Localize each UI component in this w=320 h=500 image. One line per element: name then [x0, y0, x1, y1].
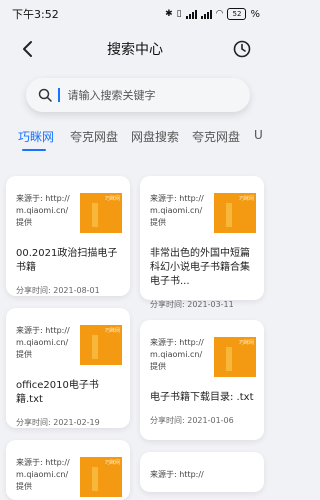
result-card[interactable]: 来源于: http://m.qiaomi.cn/提供 巧眯网 00.2021政治…: [6, 176, 130, 296]
search-icon: [38, 88, 52, 102]
wifi-icon: ◠: [215, 9, 224, 19]
page-title: 搜索中心: [107, 42, 163, 58]
card-title: 00.2021政治扫描电子书籍: [16, 248, 118, 273]
result-card[interactable]: 来源于: http://m.qiaomi.cn/提供 巧眯网 非常出色的外国中短…: [140, 176, 264, 309]
active-tab-indicator: [22, 149, 46, 151]
tab-qiaomi[interactable]: 巧眯网: [18, 128, 54, 145]
battery-level: 52: [232, 10, 242, 18]
tab-pan-search[interactable]: 网盘搜索: [131, 128, 179, 145]
source-text: 来源于: http://m.qiaomi.cn/提供: [16, 326, 70, 359]
result-card[interactable]: 来源于: http://: [140, 452, 264, 492]
tab-bar: 巧眯网 夸克网盘 网盘搜索 夸克网盘 U: [0, 124, 270, 154]
source-text: 来源于: http://m.qiaomi.cn/提供: [16, 194, 70, 227]
card-title: office2010电子书籍.txt: [16, 380, 99, 405]
history-clock-icon[interactable]: [232, 39, 252, 59]
result-card[interactable]: 来源于: http://m.qiaomi.cn/提供 巧眯网: [6, 440, 130, 500]
card-title: 电子书籍下载目录: .txt: [150, 392, 254, 403]
share-time: 分享时间: 2021-03-11: [150, 300, 234, 309]
result-card[interactable]: 来源于: http://m.qiaomi.cn/提供 巧眯网 电子书籍下载目录:…: [140, 320, 264, 440]
search-bar[interactable]: [26, 78, 250, 112]
source-text: 来源于: http://m.qiaomi.cn/提供: [150, 338, 204, 371]
battery-icon: 52: [227, 8, 247, 20]
back-arrow-icon[interactable]: [18, 39, 38, 59]
status-icons: ✱ ▯ ◠ 52 %: [165, 8, 260, 20]
thumbnail-image: 巧眯网: [80, 325, 122, 365]
bluetooth-icon: ✱: [165, 9, 173, 19]
status-time: 下午3:52: [12, 8, 59, 21]
thumbnail-image: 巧眯网: [214, 193, 256, 233]
battery-percent: %: [250, 8, 260, 20]
status-bar: 下午3:52 ✱ ▯ ◠ 52 %: [0, 0, 270, 28]
share-time: 分享时间: 2021-02-19: [16, 418, 100, 427]
vibrate-icon: ▯: [176, 9, 182, 19]
signal-icon: [185, 9, 197, 19]
source-text: 来源于: http://: [150, 470, 204, 479]
thumbnail-image: 巧眯网: [80, 193, 122, 233]
tab-quark-pan[interactable]: 夸克网盘: [70, 128, 118, 145]
result-card[interactable]: 来源于: http://m.qiaomi.cn/提供 巧眯网 office201…: [6, 308, 130, 428]
search-input[interactable]: [65, 87, 240, 103]
source-text: 来源于: http://m.qiaomi.cn/提供: [150, 194, 204, 227]
title-bar: 搜索中心: [0, 32, 270, 66]
share-time: 分享时间: 2021-08-01: [16, 286, 100, 295]
text-cursor: [58, 88, 60, 102]
thumbnail-image: 巧眯网: [80, 457, 122, 497]
share-time: 分享时间: 2021-01-06: [150, 416, 234, 425]
source-text: 来源于: http://m.qiaomi.cn/提供: [16, 458, 70, 491]
card-title: 非常出色的外国中短篇科幻小说电子书籍合集电子书...: [150, 248, 250, 287]
thumbnail-image: 巧眯网: [214, 337, 256, 377]
tab-more[interactable]: U: [254, 128, 263, 142]
tab-quark-pan-2[interactable]: 夸克网盘: [192, 128, 240, 145]
signal-2-icon: [200, 9, 212, 19]
